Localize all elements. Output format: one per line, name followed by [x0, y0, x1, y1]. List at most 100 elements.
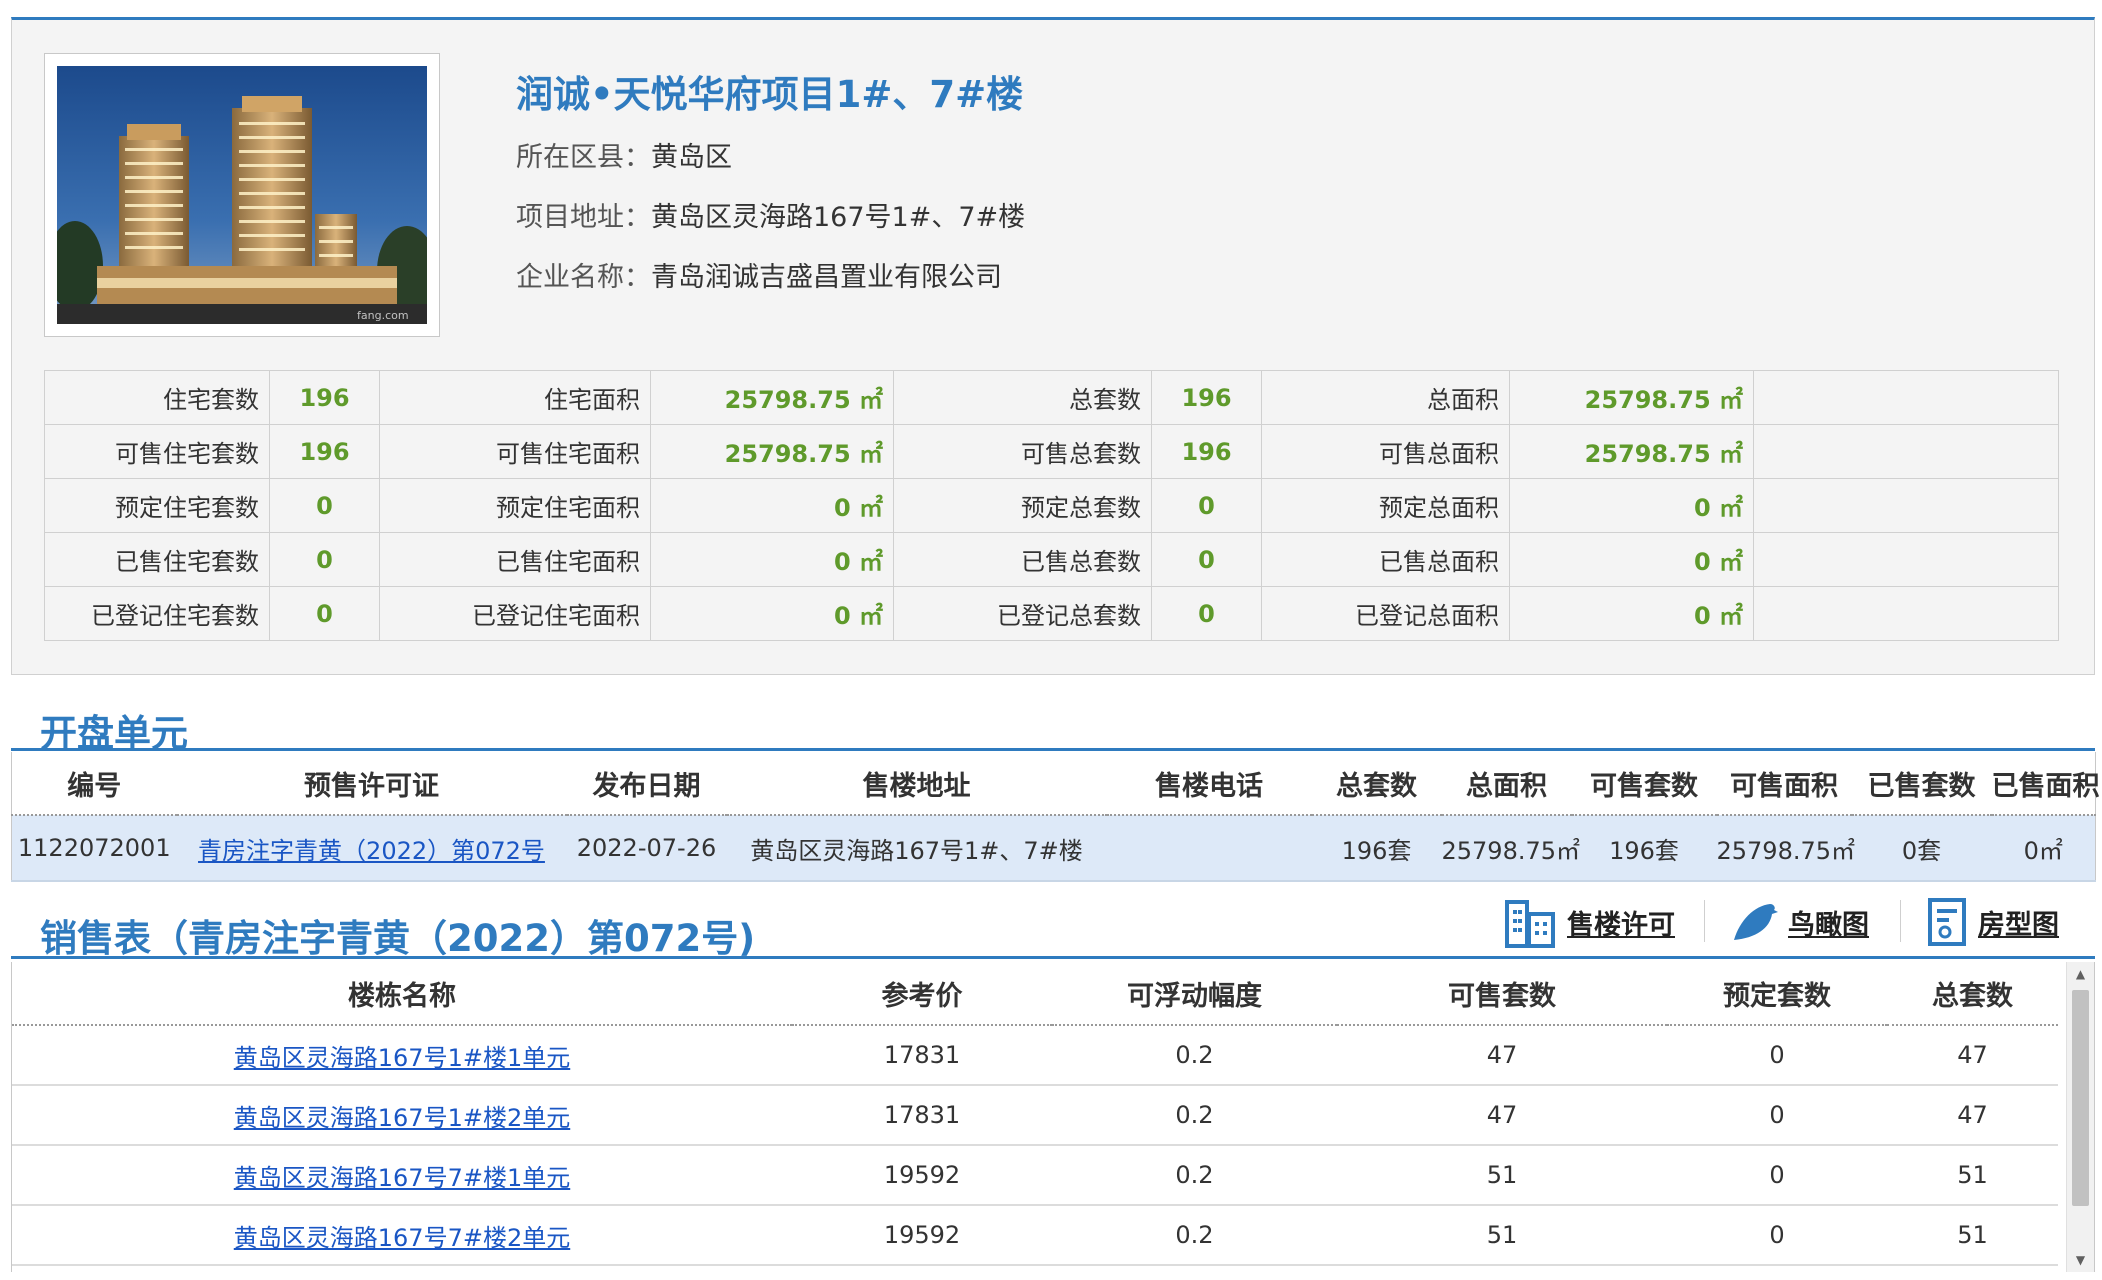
stat-value: 196: [269, 424, 380, 479]
stat-label: 已售总套数: [893, 532, 1152, 587]
district-label: 所在区县：: [516, 142, 651, 173]
building-unit-link[interactable]: 黄岛区灵海路167号1#楼2单元: [234, 1104, 570, 1132]
col-header-float-range: 可浮动幅度: [1052, 962, 1337, 1026]
address-line: 项目地址：黄岛区灵海路167号1#、7#楼: [516, 195, 1025, 234]
address-label: 项目地址：: [516, 202, 651, 233]
stat-value: 0: [269, 478, 380, 533]
permit-link[interactable]: 青房注字青黄（2022）第072号: [198, 837, 545, 865]
stats-table: 住宅套数 196 住宅面积 25798.75 ㎡总套数 196 总面积 25798.75 ㎡…: [44, 370, 2059, 641]
stat-label: 预定总面积: [1261, 478, 1510, 533]
project-panel: fang.com 润诚•天悦华府项目1#、7#楼 所在区县：黄岛区 项目地址：黄…: [11, 17, 2095, 675]
floor-plan-link[interactable]: 房型图: [1926, 894, 2059, 950]
building-name-cell: 黄岛区灵海路167号7#楼1单元: [12, 1145, 792, 1206]
col-header-avail-units: 可售套数: [1571, 752, 1717, 816]
col-header-sales-phone: 售楼电话: [1106, 752, 1312, 816]
scroll-thumb[interactable]: [2072, 990, 2089, 1206]
sales-permit-label: 售楼许可: [1567, 909, 1675, 941]
stat-label: 已登记住宅面积: [379, 586, 651, 641]
total-units: 196套: [1311, 815, 1442, 882]
sales-row[interactable]: 黄岛区灵海路167号7#楼1单元 19592 0.2 51 0 51: [12, 1145, 2058, 1206]
address-value: 黄岛区灵海路167号1#、7#楼: [651, 202, 1026, 233]
col-header-reserved-units: 预定套数: [1667, 962, 1887, 1026]
stat-value: 25798.75 ㎡: [650, 424, 894, 479]
stat-spacer: [1753, 370, 2059, 425]
stat-label: 已售住宅面积: [379, 532, 651, 587]
building-name-cell: 黄岛区灵海路167号7#楼2单元: [12, 1205, 792, 1266]
col-header-sold-area: 已售面积: [1991, 752, 2100, 816]
permit-cell: 青房注字青黄（2022）第072号: [176, 815, 567, 882]
col-header-total-units: 总套数: [1887, 962, 2058, 1026]
stat-value: 25798.75 ㎡: [1509, 424, 1754, 479]
aerial-view-label: 鸟瞰图: [1788, 909, 1869, 941]
project-title: 润诚•天悦华府项目1#、7#楼: [516, 73, 1024, 116]
float-range: 0.2: [1052, 1085, 1337, 1146]
sales-header-row: 楼栋名称 参考价 可浮动幅度 可售套数 预定套数 总套数: [12, 962, 2058, 1026]
avail-units: 51: [1337, 1205, 1667, 1266]
sales-permit-link[interactable]: 售楼许可: [1503, 894, 1675, 950]
avail-units: 47: [1337, 1085, 1667, 1146]
col-header-avail-units: 可售套数: [1337, 962, 1667, 1026]
stat-label: 已登记总面积: [1261, 586, 1510, 641]
stat-value: 25798.75 ㎡: [650, 370, 894, 425]
scroll-up-arrow-icon[interactable]: ▲: [2067, 962, 2094, 986]
reserved-units: 0: [1667, 1205, 1887, 1266]
total-units: 51: [1887, 1145, 2058, 1206]
scroll-down-arrow-icon[interactable]: ▼: [2067, 1248, 2094, 1272]
ref-price: 17831: [792, 1025, 1052, 1086]
sales-table: 楼栋名称 参考价 可浮动幅度 可售套数 预定套数 总套数 黄岛区灵海路167号1…: [12, 962, 2058, 1266]
sales-rule: [11, 956, 2095, 959]
col-header-sold-units: 已售套数: [1851, 752, 1992, 816]
sales-title: 销售表（青房注字青黄（2022）第072号): [40, 917, 756, 960]
reserved-units: 0: [1667, 1085, 1887, 1146]
stat-spacer: [1753, 478, 2059, 533]
stat-label: 住宅套数: [44, 370, 270, 425]
bird-icon: [1734, 904, 1778, 940]
stat-label: 已售总面积: [1261, 532, 1510, 587]
stats-row: 可售住宅套数 196 可售住宅面积 25798.75 ㎡可售总套数 196 可售总面积 25…: [44, 424, 2059, 479]
aerial-view-link[interactable]: 鸟瞰图: [1730, 894, 1869, 950]
stat-value: 0 ㎡: [1509, 532, 1754, 587]
district-value: 黄岛区: [651, 142, 732, 173]
stat-spacer: [1753, 532, 2059, 587]
float-range: 0.2: [1052, 1025, 1337, 1086]
float-range: 0.2: [1052, 1205, 1337, 1266]
stat-value: 0: [269, 586, 380, 641]
building-unit-link[interactable]: 黄岛区灵海路167号1#楼1单元: [234, 1044, 570, 1072]
stats-row: 预定住宅套数 0 预定住宅面积 0 ㎡预定总套数 0 预定总面积 0 ㎡: [44, 478, 2059, 533]
company-line: 企业名称：青岛润诚吉盛昌置业有限公司: [516, 255, 1002, 294]
sold-units: 0套: [1851, 815, 1992, 882]
tool-separator: [1900, 900, 1901, 942]
ref-price: 19592: [792, 1145, 1052, 1206]
col-header-total-units: 总套数: [1311, 752, 1442, 816]
building-name-cell: 黄岛区灵海路167号1#楼2单元: [12, 1085, 792, 1146]
avail-area: 25798.75㎡: [1716, 815, 1855, 882]
stat-label: 预定总套数: [893, 478, 1152, 533]
stat-label: 已登记总套数: [893, 586, 1152, 641]
stat-label: 可售总套数: [893, 424, 1152, 479]
open-unit-row[interactable]: 1122072001 青房注字青黄（2022）第072号 2022-07-26 …: [11, 815, 2096, 882]
col-header-building-name: 楼栋名称: [12, 962, 792, 1026]
reserved-units: 0: [1667, 1025, 1887, 1086]
building-name-cell: 黄岛区灵海路167号1#楼1单元: [12, 1025, 792, 1086]
stat-value: 196: [1151, 370, 1262, 425]
stat-label: 已登记住宅套数: [44, 586, 270, 641]
sales-row[interactable]: 黄岛区灵海路167号1#楼1单元 17831 0.2 47 0 47: [12, 1025, 2058, 1086]
avail-units: 47: [1337, 1025, 1667, 1086]
document-icon: [1928, 898, 1966, 946]
total-area: 25798.75㎡: [1441, 815, 1580, 882]
stat-value: 0: [269, 532, 380, 587]
col-header-id: 编号: [11, 752, 177, 816]
open-units-rule: [11, 748, 2095, 751]
stats-row: 已登记住宅套数 0 已登记住宅面积 0 ㎡已登记总套数 0 已登记总面积 0 ㎡: [44, 586, 2059, 641]
sales-row[interactable]: 黄岛区灵海路167号1#楼2单元 17831 0.2 47 0 47: [12, 1085, 2058, 1146]
sales-table-container[interactable]: 楼栋名称 参考价 可浮动幅度 可售套数 预定套数 总套数 黄岛区灵海路167号1…: [11, 962, 2095, 1272]
building-unit-link[interactable]: 黄岛区灵海路167号7#楼2单元: [234, 1224, 570, 1252]
publish-date: 2022-07-26: [566, 815, 727, 882]
building-unit-link[interactable]: 黄岛区灵海路167号7#楼1单元: [234, 1164, 570, 1192]
vertical-scrollbar[interactable]: ▲ ▼: [2066, 962, 2094, 1272]
avail-units: 51: [1337, 1145, 1667, 1206]
col-header-avail-area: 可售面积: [1716, 752, 1852, 816]
sales-row[interactable]: 黄岛区灵海路167号7#楼2单元 19592 0.2 51 0 51: [12, 1205, 2058, 1266]
project-photo-frame: fang.com: [44, 53, 440, 337]
col-header-permit: 预售许可证: [176, 752, 567, 816]
